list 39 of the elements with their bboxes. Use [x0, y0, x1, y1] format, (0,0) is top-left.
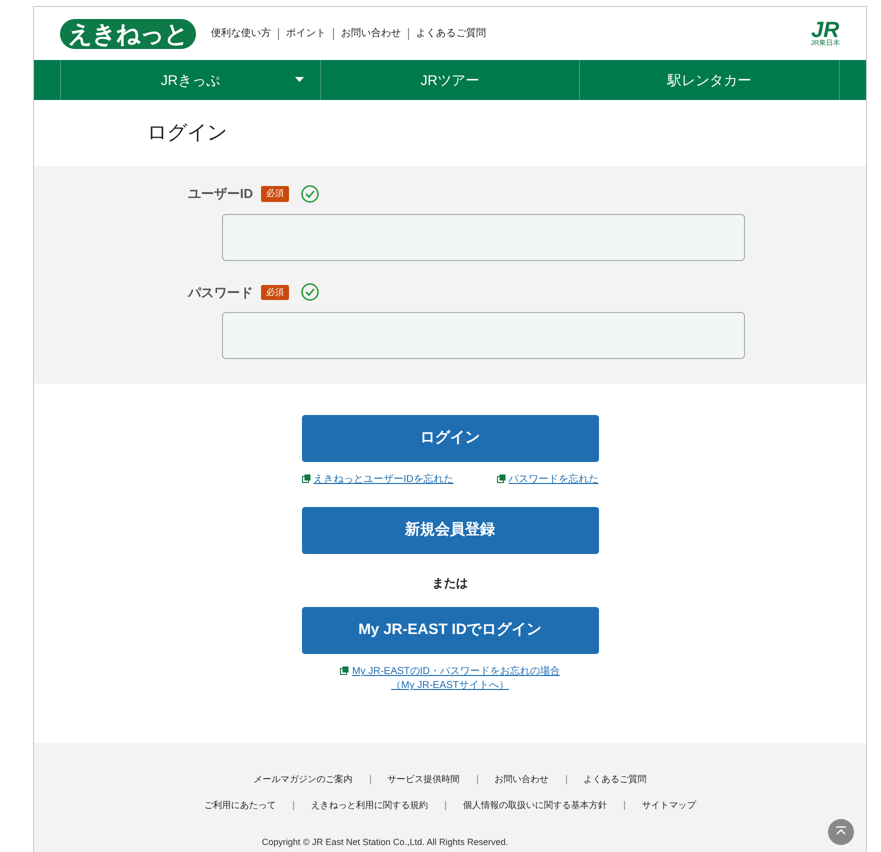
footer-link[interactable]: えきねっと利用に関する規約 — [311, 798, 428, 812]
check-circle-icon — [301, 283, 319, 302]
field-label: パスワード — [188, 284, 253, 302]
header-link[interactable]: ポイント — [278, 28, 333, 40]
footer-link[interactable]: ご利用にあたって — [204, 798, 276, 812]
forgot-link[interactable]: えきねっとユーザーIDを忘れた — [302, 472, 454, 487]
required-tag: 必須 — [261, 186, 289, 202]
check-circle-icon — [301, 184, 319, 203]
footer-link[interactable]: よくあるご質問 — [584, 773, 646, 786]
footer-link[interactable]: お問い合わせ — [494, 773, 548, 786]
brand-logo: JR — [811, 20, 840, 40]
login-button[interactable]: ログイン — [302, 415, 598, 462]
site-logo[interactable]: えきねっと — [60, 18, 196, 48]
scroll-top-button[interactable] — [828, 819, 854, 845]
register-button[interactable]: 新規会員登録 — [302, 507, 598, 554]
external-link-icon — [340, 666, 350, 675]
separator-text: または — [432, 575, 468, 592]
external-link-icon — [302, 474, 310, 483]
footer-link[interactable]: サービス提供時間 — [388, 773, 460, 786]
header-link[interactable]: 便利な使い方 — [204, 28, 278, 40]
required-tag: 必須 — [261, 284, 289, 300]
nav-tab[interactable]: JRきっぷ — [60, 60, 320, 100]
footer-link[interactable]: サイトマップ — [642, 798, 696, 812]
jr-east-forgot-link[interactable]: My JR-EASTのID・パスワードをお忘れの場合 （My JR-EASTサイトへ） — [340, 665, 560, 693]
nav-tab[interactable]: JRツアー — [320, 60, 580, 100]
forgot-link[interactable]: パスワードを忘れた — [496, 472, 598, 487]
caret-icon — [294, 77, 304, 82]
field-label: ユーザーID — [188, 185, 253, 203]
footer-link[interactable]: 個人情報の取扱いに関する基本方針 — [463, 798, 607, 812]
page-title: ログイン — [147, 121, 227, 145]
header-link[interactable]: お問い合わせ — [333, 28, 408, 40]
header-link[interactable]: よくあるご質問 — [408, 28, 493, 40]
footer-link[interactable]: メールマガジンのご案内 — [254, 773, 352, 786]
copyright-text: Copyright © JR East Net Station Co.,Ltd. All Rights Reserved. — [260, 836, 510, 849]
nav-tab[interactable]: 駅レンタカー — [579, 60, 840, 100]
input-field[interactable] — [222, 312, 745, 359]
external-link-icon — [496, 474, 506, 483]
jr-east-login-button[interactable]: My JR-EAST IDでログイン — [302, 607, 598, 654]
input-field[interactable] — [222, 214, 745, 260]
